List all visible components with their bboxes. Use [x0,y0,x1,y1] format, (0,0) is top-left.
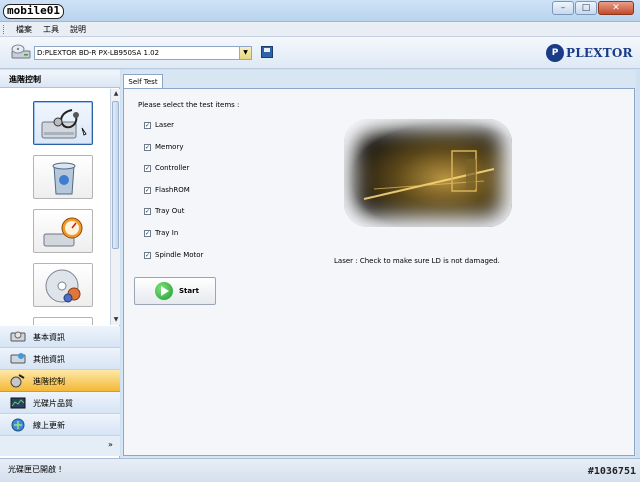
nav-item-advanced-control[interactable]: 進階控制 [0,370,120,392]
check-label: Tray In [155,229,179,237]
other-info-icon [10,353,26,364]
check-memory[interactable]: ✓ Memory [144,143,183,151]
disc-quality-icon [10,397,26,409]
close-button[interactable]: ✕ [598,1,634,15]
toolbar: D:PLEXTOR BD-R PX-LB950SA 1.02 ▼ [0,37,640,69]
status-bar: 光碟匣已開啟 ! #1036751 [0,458,640,482]
checkbox[interactable]: ✓ [144,164,151,172]
recycle-bin-icon [52,162,76,195]
chevron-double-down-icon[interactable]: » [108,440,113,449]
brand-logo: P PLEXTOR [546,44,633,62]
check-label: Tray Out [155,207,185,215]
nav-item-label: 進階控制 [33,377,65,386]
laser-illustration [344,119,512,227]
stethoscope-drive-icon [41,109,87,139]
left-panel: 進階控制 ▲ ▼ 基本資訊 其他資訊 進階控制 光碟片品質 線上更新 » [0,70,120,458]
status-text: 光碟匣已開啟 ! [8,465,62,474]
tab-self-test[interactable]: Self Test [123,74,163,89]
brand-badge: P [546,44,564,62]
check-controller[interactable]: ✓ Controller [144,164,189,172]
start-button-label: Start [179,287,199,295]
nav-item-basic-info[interactable]: 基本資訊 [0,326,120,348]
app-logo: mobile01 [3,3,64,19]
check-tray-out[interactable]: ✓ Tray Out [144,207,184,215]
save-icon[interactable] [261,46,273,58]
disc-gears-icon [45,269,81,303]
nav-item-disc-quality[interactable]: 光碟片品質 [0,392,120,414]
left-panel-title: 進階控制 [0,70,120,88]
optical-drive-icon [11,44,31,59]
nav-item-label: 光碟片品質 [33,399,73,408]
checkbox[interactable]: ✓ [144,186,151,194]
title-bar: mobile01 – □ ✕ [0,0,640,22]
disc-tile[interactable] [33,263,93,307]
watermark: #1036751 [587,466,636,477]
self-test-content: Please select the test items : ✓ Laser ✓… [123,88,635,456]
main-panel: Self Test Please select the test items :… [121,70,636,458]
scroll-thumb[interactable] [112,101,119,249]
laser-beam-image [363,150,495,200]
checkbox[interactable]: ✓ [144,229,151,237]
extra-tile[interactable] [33,317,93,325]
advanced-control-icon [10,374,25,388]
menu-file[interactable]: 檔案 [16,24,32,35]
nav-item-online-update[interactable]: 線上更新 [0,414,120,436]
check-tray-in[interactable]: ✓ Tray In [144,229,178,237]
speed-gauge-drive-icon [43,217,83,247]
nav-item-other-info[interactable]: 其他資訊 [0,348,120,370]
check-label: Controller [155,164,190,172]
nav-item-label: 其他資訊 [33,355,65,364]
menu-bar: 檔案 工具 說明 [0,22,640,37]
check-label: Memory [155,143,184,151]
checkbox[interactable]: ✓ [144,143,151,151]
checkbox[interactable]: ✓ [144,121,151,129]
maximize-button[interactable]: □ [575,1,597,15]
chevron-down-icon[interactable]: ▼ [239,47,251,59]
logo-text: mobile01 [3,3,64,19]
play-icon [155,282,173,300]
check-laser[interactable]: ✓ Laser [144,121,174,129]
drive-select-value: D:PLEXTOR BD-R PX-LB950SA 1.02 [37,49,160,57]
erase-tile[interactable] [33,155,93,199]
check-label: Spindle Motor [155,251,204,259]
test-items-prompt: Please select the test items : [138,101,240,109]
check-label: Laser [155,121,175,129]
checkbox[interactable]: ✓ [144,251,151,259]
nav-list: 基本資訊 其他資訊 進階控制 光碟片品質 線上更新 [0,326,120,436]
scroll-down-icon[interactable]: ▼ [111,315,121,325]
check-spindle-motor[interactable]: ✓ Spindle Motor [144,251,203,259]
speed-tile[interactable] [33,209,93,253]
scroll-up-icon[interactable]: ▲ [111,89,121,99]
minimize-button[interactable]: – [552,1,574,15]
online-update-icon [11,418,25,432]
brand-text: PLEXTOR [566,46,633,60]
checkbox[interactable]: ✓ [144,207,151,215]
tool-list-scrollbar[interactable]: ▲ ▼ [110,89,120,325]
menu-help[interactable]: 說明 [70,24,86,35]
nav-item-label: 基本資訊 [33,333,65,342]
nav-more[interactable]: » [0,436,120,456]
menu-grip [3,25,5,34]
tool-icon-list [0,89,110,325]
check-flashrom[interactable]: ✓ FlashROM [144,186,190,194]
menu-tools[interactable]: 工具 [43,24,59,35]
nav-item-label: 線上更新 [33,421,65,430]
drive-select[interactable]: D:PLEXTOR BD-R PX-LB950SA 1.02 ▼ [34,46,252,60]
test-description: Laser : Check to make sure LD is not dam… [334,257,500,265]
start-button[interactable]: Start [134,277,216,305]
check-label: FlashROM [155,186,190,194]
basic-info-icon [10,331,26,342]
self-test-tile[interactable] [33,101,93,145]
window-controls: – □ ✕ [552,1,634,15]
